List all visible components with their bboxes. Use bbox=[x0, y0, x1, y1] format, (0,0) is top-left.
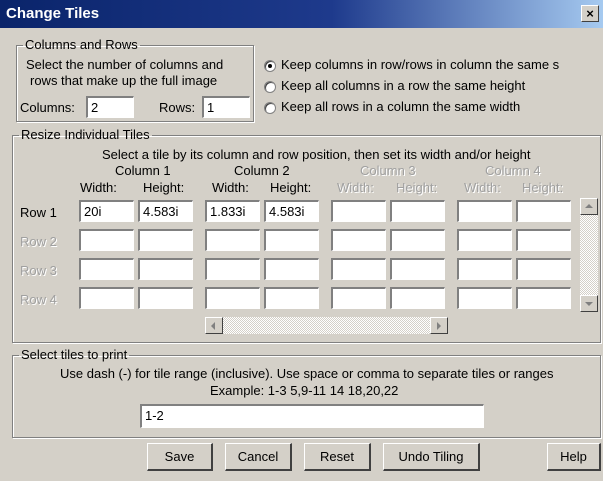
column-3-header: Column 3 bbox=[360, 163, 416, 178]
horizontal-scrollbar[interactable] bbox=[205, 317, 448, 334]
row-1-col-1-height[interactable]: 4.583i bbox=[138, 200, 193, 222]
row-1-col-4-height[interactable] bbox=[516, 200, 571, 222]
row-4-label: Row 4 bbox=[20, 292, 57, 307]
row-3-col-2-width[interactable] bbox=[205, 258, 260, 280]
keep-same-width-label: Keep all rows in a column the same width bbox=[281, 99, 521, 114]
tiles-to-print-input[interactable]: 1-2 bbox=[140, 404, 484, 428]
row-4-col-3-height[interactable] bbox=[390, 287, 445, 309]
row-3-col-4-width[interactable] bbox=[457, 258, 512, 280]
columns-input[interactable]: 2 bbox=[86, 96, 134, 118]
columns-rows-legend: Columns and Rows bbox=[25, 37, 138, 52]
keep-same-height-label: Keep all columns in a row the same heigh… bbox=[281, 78, 526, 93]
reset-button[interactable]: Reset bbox=[304, 443, 371, 471]
column-3-height-label: Height: bbox=[396, 180, 438, 195]
column-2-width-label: Width: bbox=[212, 180, 249, 195]
row-3-col-3-width[interactable] bbox=[331, 258, 386, 280]
row-1-col-3-width[interactable] bbox=[331, 200, 386, 222]
column-1-header: Column 1 bbox=[115, 163, 171, 178]
print-tiles-legend: Select tiles to print bbox=[21, 347, 128, 362]
row-2-col-1-height[interactable] bbox=[138, 229, 193, 251]
row-3-col-2-height[interactable] bbox=[264, 258, 319, 280]
row-1-col-1-width[interactable]: 20i bbox=[79, 200, 134, 222]
columns-rows-instruction-2: rows that make up the full image bbox=[30, 73, 218, 88]
arrow-left-icon bbox=[211, 322, 215, 330]
scroll-up-button[interactable] bbox=[580, 198, 598, 215]
print-instruction: Use dash (-) for tile range (inclusive).… bbox=[60, 366, 554, 381]
row-2-col-4-width[interactable] bbox=[457, 229, 512, 251]
column-4-header: Column 4 bbox=[485, 163, 541, 178]
row-2-col-3-height[interactable] bbox=[390, 229, 445, 251]
row-2-col-2-width[interactable] bbox=[205, 229, 260, 251]
help-button[interactable]: Help bbox=[547, 443, 601, 471]
resize-instruction: Select a tile by its column and row posi… bbox=[102, 147, 531, 162]
arrow-right-icon bbox=[437, 322, 441, 330]
undo-tiling-button[interactable]: Undo Tiling bbox=[383, 443, 480, 471]
row-4-col-2-width[interactable] bbox=[205, 287, 260, 309]
row-4-col-1-width[interactable] bbox=[79, 287, 134, 309]
column-1-width-label: Width: bbox=[80, 180, 117, 195]
row-3-col-3-height[interactable] bbox=[390, 258, 445, 280]
arrow-down-icon bbox=[585, 302, 593, 306]
resize-tiles-legend: Resize Individual Tiles bbox=[21, 127, 150, 142]
column-1-height-label: Height: bbox=[143, 180, 185, 195]
close-icon[interactable]: × bbox=[581, 5, 599, 22]
window-title: Change Tiles bbox=[6, 5, 100, 22]
row-1-col-2-width[interactable]: 1.833i bbox=[205, 200, 260, 222]
cancel-button[interactable]: Cancel bbox=[225, 443, 292, 471]
row-1-col-3-height[interactable] bbox=[390, 200, 445, 222]
keep-same-size-radio[interactable] bbox=[264, 60, 276, 72]
row-2-col-3-width[interactable] bbox=[331, 229, 386, 251]
row-4-col-4-width[interactable] bbox=[457, 287, 512, 309]
scroll-down-button[interactable] bbox=[580, 295, 598, 312]
columns-label: Columns: bbox=[20, 100, 75, 115]
row-2-col-1-width[interactable] bbox=[79, 229, 134, 251]
row-1-label: Row 1 bbox=[20, 205, 57, 220]
keep-same-size-label: Keep columns in row/rows in column the s… bbox=[281, 57, 560, 72]
vertical-scrollbar[interactable] bbox=[580, 198, 598, 312]
title-bar[interactable]: Change Tiles × bbox=[0, 0, 603, 28]
column-2-height-label: Height: bbox=[270, 180, 312, 195]
column-2-header: Column 2 bbox=[234, 163, 290, 178]
row-3-col-1-width[interactable] bbox=[79, 258, 134, 280]
row-1-col-2-height[interactable]: 4.583i bbox=[264, 200, 319, 222]
row-4-col-4-height[interactable] bbox=[516, 287, 571, 309]
save-button[interactable]: Save bbox=[147, 443, 213, 471]
columns-rows-instruction-1: Select the number of columns and bbox=[26, 57, 224, 72]
keep-same-width-radio[interactable] bbox=[264, 102, 276, 114]
row-1-col-4-width[interactable] bbox=[457, 200, 512, 222]
row-4-col-1-height[interactable] bbox=[138, 287, 193, 309]
scroll-left-button[interactable] bbox=[205, 317, 223, 334]
arrow-up-icon bbox=[585, 204, 593, 208]
row-2-label: Row 2 bbox=[20, 234, 57, 249]
row-2-col-4-height[interactable] bbox=[516, 229, 571, 251]
rows-label: Rows: bbox=[159, 100, 196, 115]
change-tiles-dialog: Change Tiles × Columns and Rows Select t… bbox=[0, 0, 603, 481]
row-3-col-1-height[interactable] bbox=[138, 258, 193, 280]
column-4-height-label: Height: bbox=[522, 180, 564, 195]
row-2-col-2-height[interactable] bbox=[264, 229, 319, 251]
row-4-col-2-height[interactable] bbox=[264, 287, 319, 309]
column-4-width-label: Width: bbox=[464, 180, 501, 195]
row-3-label: Row 3 bbox=[20, 263, 57, 278]
rows-input[interactable]: 1 bbox=[202, 96, 250, 118]
keep-same-height-radio[interactable] bbox=[264, 81, 276, 93]
print-example: Example: 1-3 5,9-11 14 18,20,22 bbox=[210, 383, 399, 398]
row-4-col-3-width[interactable] bbox=[331, 287, 386, 309]
scroll-right-button[interactable] bbox=[430, 317, 448, 334]
row-3-col-4-height[interactable] bbox=[516, 258, 571, 280]
column-3-width-label: Width: bbox=[337, 180, 374, 195]
